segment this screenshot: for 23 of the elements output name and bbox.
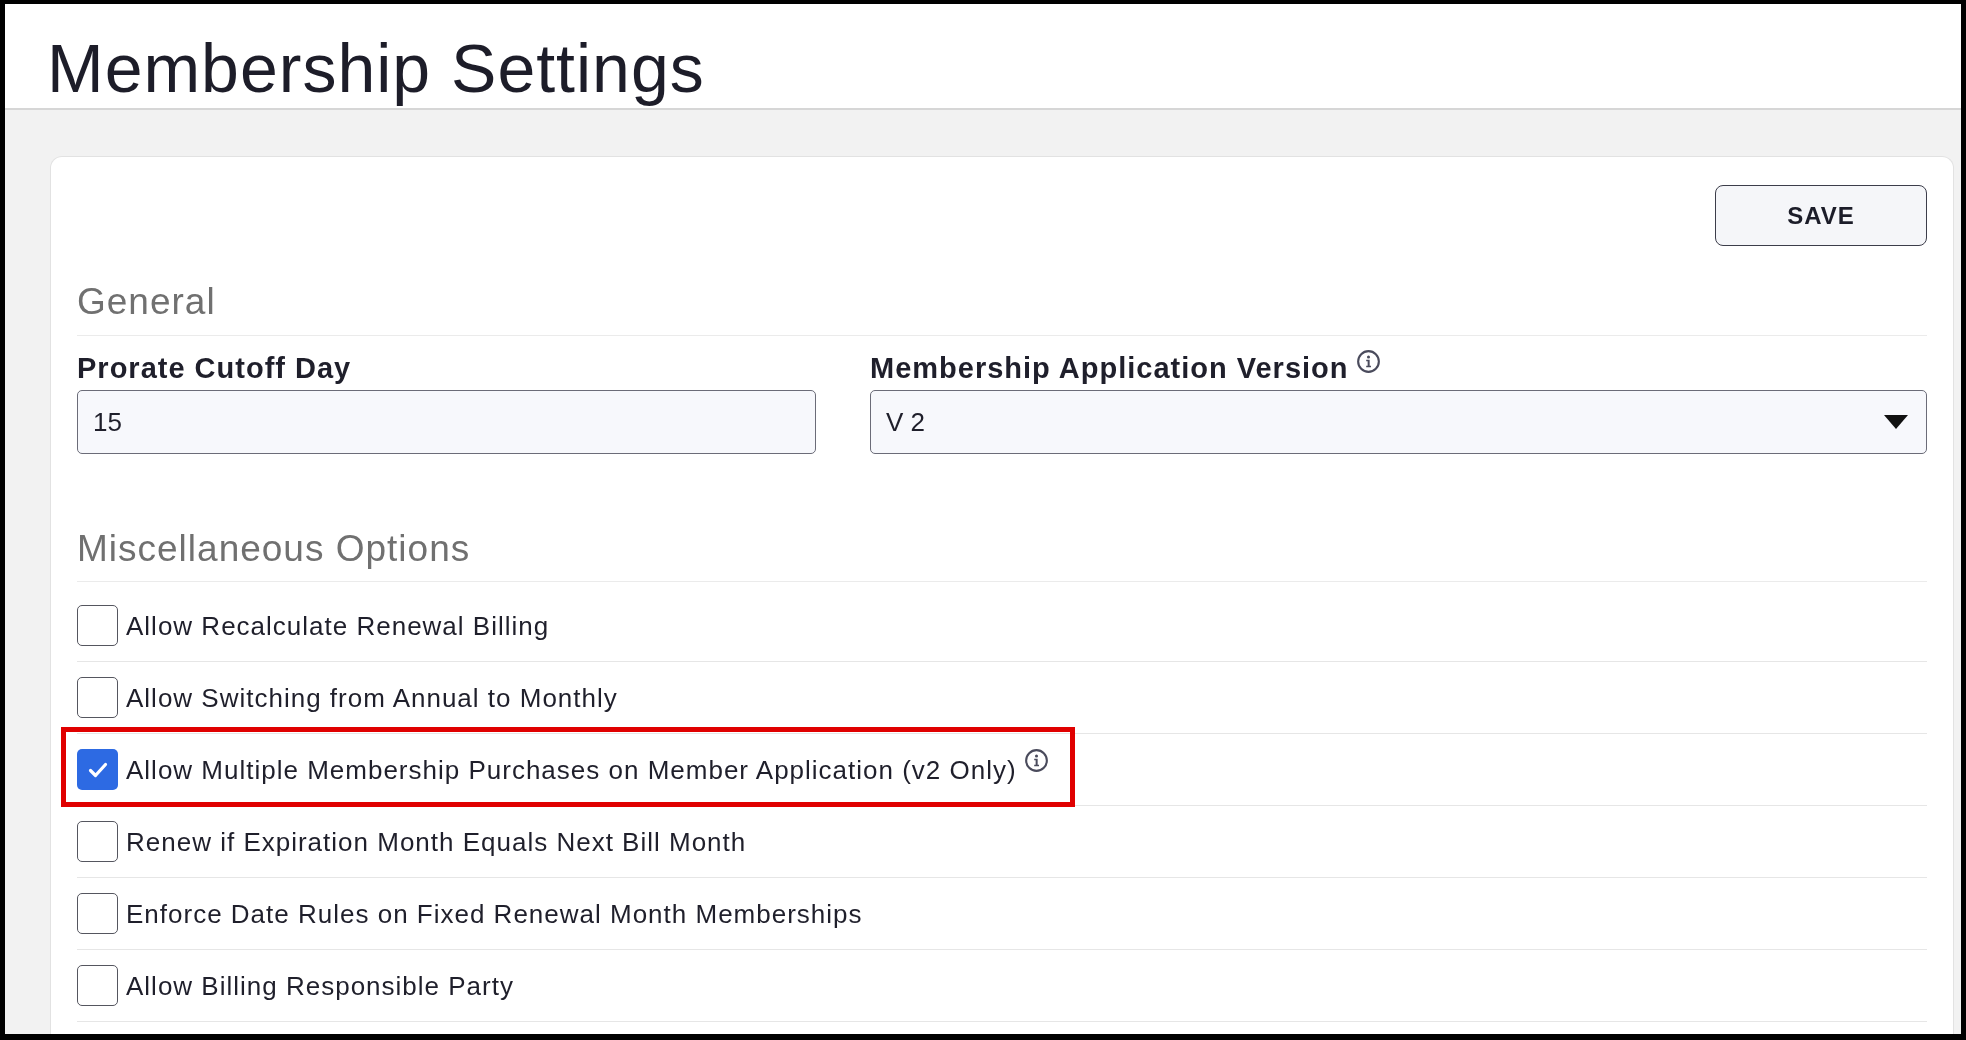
checkbox[interactable]: [77, 677, 118, 718]
option-label: Enforce Date Rules on Fixed Renewal Month Memberships: [126, 897, 863, 930]
checkbox[interactable]: [77, 965, 118, 1006]
checkbox[interactable]: [77, 821, 118, 862]
checkmark-icon: [87, 761, 108, 778]
option-label: Renew if Expiration Month Equals Next Bill Month: [126, 825, 747, 858]
info-icon[interactable]: [1024, 749, 1048, 772]
caret-icon: [1884, 415, 1908, 429]
save-button[interactable]: SAVE: [1715, 185, 1927, 246]
checkbox[interactable]: [77, 893, 118, 934]
option-label: Allow Switching from Annual to Monthly: [126, 681, 618, 714]
section-heading: General: [77, 280, 216, 324]
field-label: Prorate Cutoff Day: [77, 351, 352, 386]
field-label: Membership Application Version: [870, 351, 1349, 386]
option-label: Allow Billing Responsible Party: [126, 969, 514, 1002]
info-icon[interactable]: [1356, 350, 1380, 373]
section-heading: Miscellaneous Options: [77, 527, 471, 571]
cutoff-day-input[interactable]: 15: [77, 390, 816, 454]
option-label: Allow Multiple Membership Purchases on Member Application (v2 Only): [126, 753, 1017, 786]
option-label: Allow Recalculate Renewal Billing: [126, 609, 550, 642]
checkbox[interactable]: [77, 605, 118, 646]
version-select[interactable]: V 2: [870, 390, 1927, 454]
checkbox[interactable]: [77, 749, 118, 790]
